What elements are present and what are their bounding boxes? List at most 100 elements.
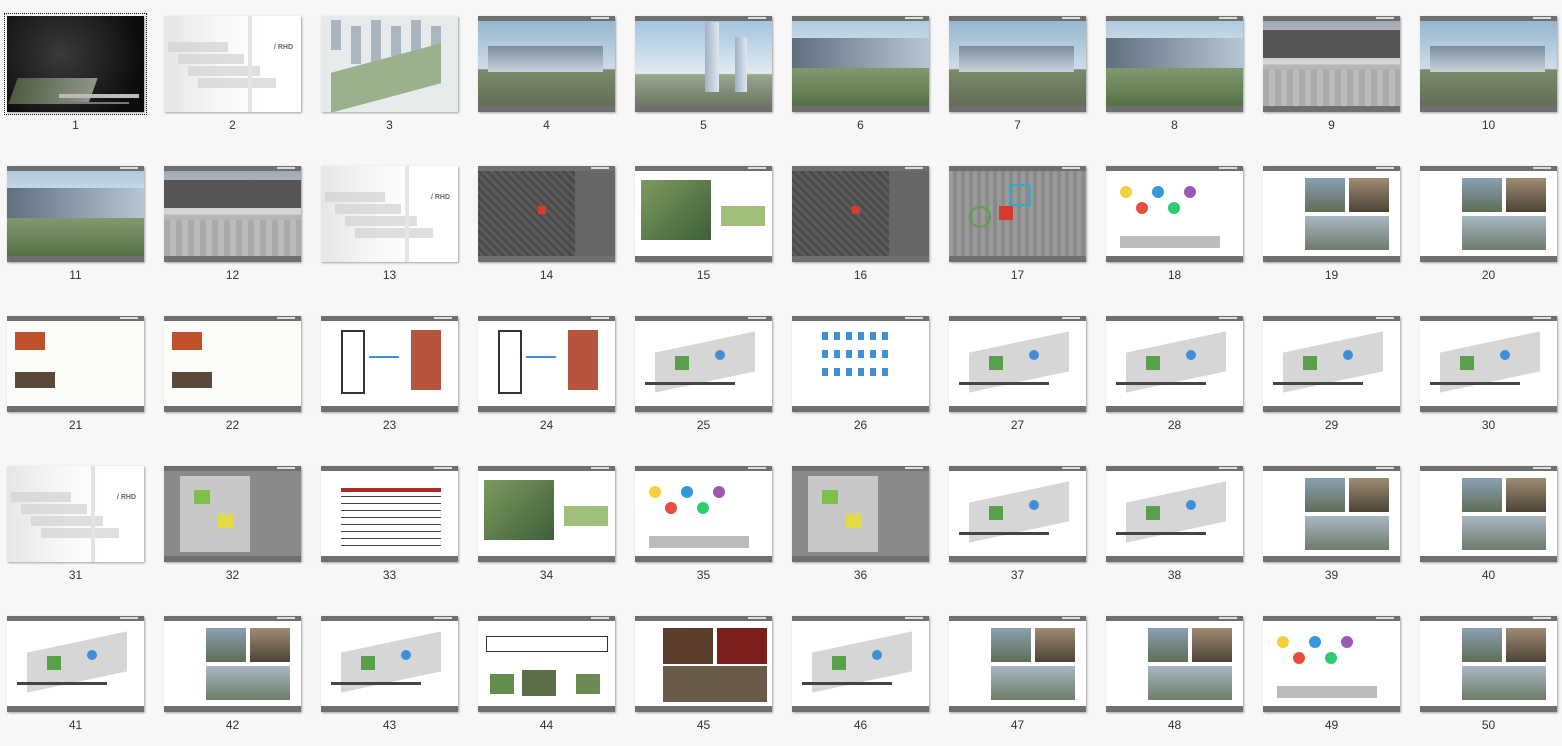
slide-preview[interactable]	[792, 616, 929, 712]
slide-preview[interactable]	[478, 616, 615, 712]
slide-preview[interactable]	[478, 316, 615, 412]
slide-preview[interactable]	[7, 616, 144, 712]
slide-thumbnail-cell[interactable]: 35	[635, 466, 772, 582]
slide-preview[interactable]	[4, 13, 147, 115]
slide-thumbnail-cell[interactable]: 44	[478, 616, 615, 732]
slide-preview[interactable]	[635, 316, 772, 412]
slide-preview[interactable]	[949, 166, 1086, 262]
slide-thumbnail-cell[interactable]: 24	[478, 316, 615, 432]
slide-thumbnail-cell[interactable]: 10	[1420, 16, 1557, 132]
slide-preview[interactable]	[164, 466, 301, 562]
slide-preview[interactable]	[1106, 166, 1243, 262]
slide-thumbnail-cell[interactable]: 47	[949, 616, 1086, 732]
slide-preview[interactable]: / RHD	[321, 166, 458, 262]
slide-preview[interactable]	[478, 16, 615, 112]
slide-thumbnail-cell[interactable]: 28	[1106, 316, 1243, 432]
slide-preview[interactable]	[164, 616, 301, 712]
slide-thumbnail-cell[interactable]: 42	[164, 616, 301, 732]
slide-preview[interactable]	[1263, 316, 1400, 412]
slide-preview[interactable]	[1420, 466, 1557, 562]
slide-preview[interactable]	[1263, 16, 1400, 112]
slide-thumbnail-cell[interactable]: 1	[4, 13, 147, 132]
slide-thumbnail-cell[interactable]: 43	[321, 616, 458, 732]
slide-thumbnail-cell[interactable]: 4	[478, 16, 615, 132]
slide-preview[interactable]	[635, 616, 772, 712]
slide-preview[interactable]	[949, 316, 1086, 412]
slide-thumbnail-cell[interactable]: 8	[1106, 16, 1243, 132]
slide-thumbnail-cell[interactable]: 5	[635, 16, 772, 132]
slide-thumbnail-cell[interactable]: 45	[635, 616, 772, 732]
slide-thumbnail-cell[interactable]: 15	[635, 166, 772, 282]
slide-thumbnail-cell[interactable]: 37	[949, 466, 1086, 582]
slide-preview[interactable]	[792, 466, 929, 562]
slide-thumbnail-cell[interactable]: 3	[321, 16, 458, 132]
slide-preview[interactable]	[7, 316, 144, 412]
slide-thumbnail-cell[interactable]: 16	[792, 166, 929, 282]
slide-thumbnail-cell[interactable]: 23	[321, 316, 458, 432]
slide-preview[interactable]	[164, 316, 301, 412]
slide-thumbnail-cell[interactable]: 11	[7, 166, 144, 282]
slide-thumbnail-cell[interactable]: 46	[792, 616, 929, 732]
slide-thumbnail-cell[interactable]: 29	[1263, 316, 1400, 432]
slide-thumbnail-cell[interactable]: 19	[1263, 166, 1400, 282]
slide-preview[interactable]	[1106, 16, 1243, 112]
slide-preview[interactable]	[1106, 616, 1243, 712]
slide-preview[interactable]	[635, 466, 772, 562]
slide-preview[interactable]	[792, 166, 929, 262]
slide-preview[interactable]	[949, 616, 1086, 712]
slide-thumbnail-cell[interactable]: 12	[164, 166, 301, 282]
slide-preview[interactable]	[321, 316, 458, 412]
slide-preview[interactable]	[635, 16, 772, 112]
slide-thumbnail-cell[interactable]: 34	[478, 466, 615, 582]
slide-thumbnail-cell[interactable]: / RHD 31	[7, 466, 144, 582]
slide-preview[interactable]	[478, 466, 615, 562]
slide-preview[interactable]	[321, 466, 458, 562]
slide-preview[interactable]	[1106, 316, 1243, 412]
slide-preview[interactable]	[949, 16, 1086, 112]
slide-thumbnail-cell[interactable]: 21	[7, 316, 144, 432]
slide-preview[interactable]	[1420, 166, 1557, 262]
slide-thumbnail-cell[interactable]: 32	[164, 466, 301, 582]
slide-preview[interactable]: / RHD	[7, 466, 144, 562]
slide-thumbnail-cell[interactable]: 6	[792, 16, 929, 132]
slide-thumbnail-cell[interactable]: / RHD 13	[321, 166, 458, 282]
slide-thumbnail-cell[interactable]: 20	[1420, 166, 1557, 282]
slide-thumbnail-cell[interactable]: 18	[1106, 166, 1243, 282]
slide-thumbnail-cell[interactable]: 7	[949, 16, 1086, 132]
slide-preview[interactable]	[1420, 616, 1557, 712]
slide-thumbnail-cell[interactable]: / RHD 2	[164, 16, 301, 132]
slide-thumbnail-cell[interactable]: 14	[478, 166, 615, 282]
slide-preview[interactable]: / RHD	[164, 16, 301, 112]
slide-preview[interactable]	[1263, 466, 1400, 562]
slide-thumbnail-cell[interactable]: 39	[1263, 466, 1400, 582]
slide-thumbnail-cell[interactable]: 27	[949, 316, 1086, 432]
slide-thumbnail-cell[interactable]: 38	[1106, 466, 1243, 582]
slide-preview[interactable]	[792, 16, 929, 112]
slide-preview[interactable]	[1420, 16, 1557, 112]
slide-preview[interactable]	[164, 166, 301, 262]
slide-thumbnail-cell[interactable]: 40	[1420, 466, 1557, 582]
slide-thumbnail-cell[interactable]: 48	[1106, 616, 1243, 732]
slide-thumbnail-cell[interactable]: 36	[792, 466, 929, 582]
slide-preview[interactable]	[1420, 316, 1557, 412]
slide-preview[interactable]	[321, 616, 458, 712]
slide-preview[interactable]	[635, 166, 772, 262]
slide-preview[interactable]	[792, 316, 929, 412]
slide-thumbnail-cell[interactable]: 33	[321, 466, 458, 582]
slide-preview[interactable]	[321, 16, 458, 112]
slide-thumbnail-cell[interactable]: 17	[949, 166, 1086, 282]
slide-thumbnail-cell[interactable]: 26	[792, 316, 929, 432]
slide-thumbnail-cell[interactable]: 49	[1263, 616, 1400, 732]
slide-preview[interactable]	[1106, 466, 1243, 562]
slide-preview[interactable]	[1263, 166, 1400, 262]
slide-thumbnail-cell[interactable]: 22	[164, 316, 301, 432]
slide-thumbnail-cell[interactable]: 30	[1420, 316, 1557, 432]
slide-thumbnail-cell[interactable]: 25	[635, 316, 772, 432]
slide-thumbnail-cell[interactable]: 41	[7, 616, 144, 732]
slide-thumbnail-cell[interactable]: 9	[1263, 16, 1400, 132]
slide-preview[interactable]	[949, 466, 1086, 562]
slide-preview[interactable]	[478, 166, 615, 262]
slide-thumbnail-cell[interactable]: 50	[1420, 616, 1557, 732]
slide-preview[interactable]	[1263, 616, 1400, 712]
slide-preview[interactable]	[7, 166, 144, 262]
